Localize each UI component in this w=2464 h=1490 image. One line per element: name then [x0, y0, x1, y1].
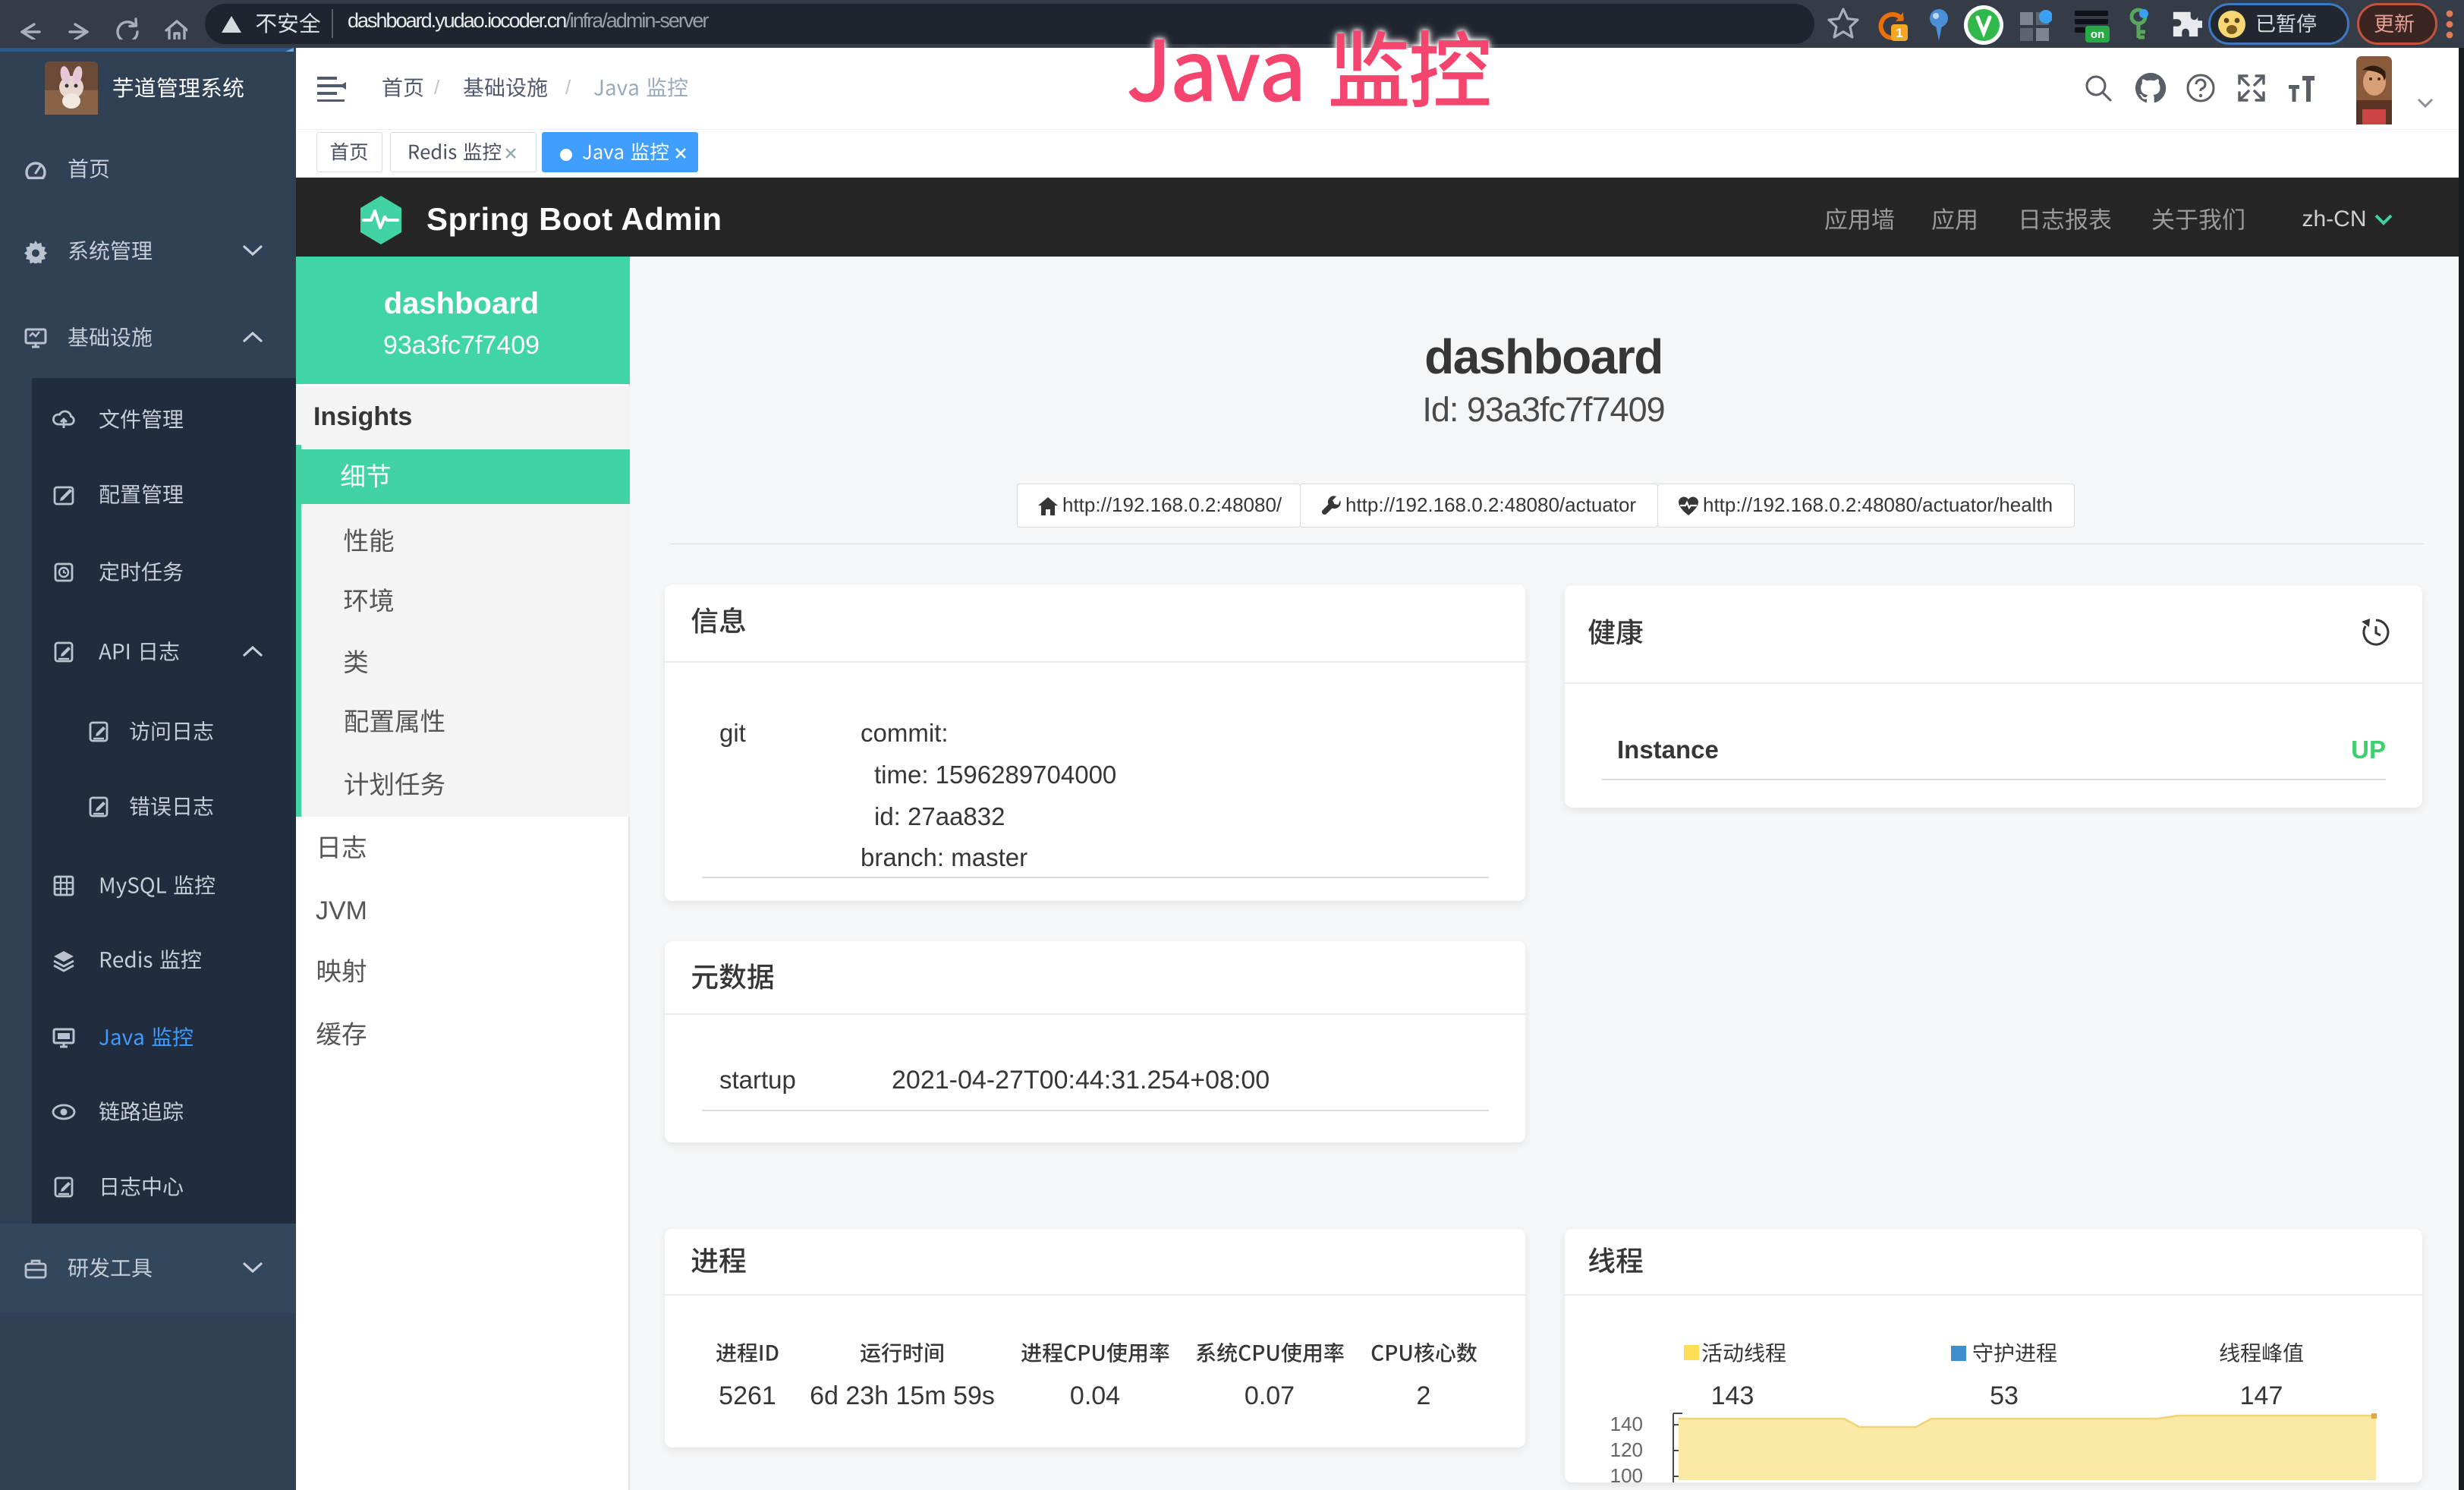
- svg-text:on: on: [2091, 28, 2104, 41]
- svg-text:1: 1: [1896, 26, 1902, 40]
